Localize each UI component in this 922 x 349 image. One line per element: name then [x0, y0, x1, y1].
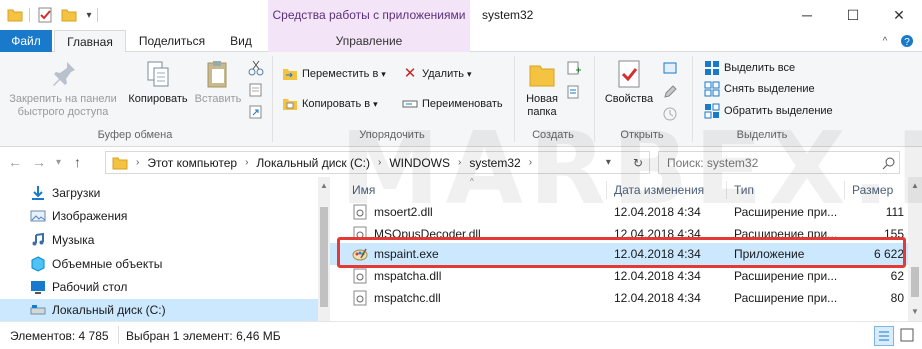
nav-item-pictures[interactable]: Изображения	[30, 205, 127, 227]
divider	[28, 6, 30, 24]
folder-icon	[6, 6, 24, 24]
cut-icon[interactable]	[248, 60, 266, 78]
copy-button[interactable]: Копировать	[124, 58, 192, 106]
delete-button[interactable]: ✕ Удалить ▾	[402, 65, 472, 83]
pictures-icon	[30, 210, 46, 222]
table-row[interactable]: mspatcha.dll 12.04.2018 4:34 Расширение …	[330, 265, 908, 287]
copy-folder-icon	[283, 99, 297, 110]
paste-shortcut-icon[interactable]	[248, 104, 266, 122]
breadcrumb-separator-icon: ›	[245, 157, 249, 168]
selection-info: Выбран 1 элемент: 6,46 МБ	[126, 329, 281, 343]
up-arrow-icon[interactable]: ↑	[74, 154, 81, 170]
details-view-icon[interactable]	[874, 326, 894, 346]
select-all-icon	[705, 61, 719, 75]
status-bar: Элементов: 4 785 Выбран 1 элемент: 6,46 …	[0, 321, 922, 349]
nav-item-desktop[interactable]: Рабочий стол	[30, 276, 127, 298]
folder-icon	[112, 157, 128, 169]
tab-view[interactable]: Вид	[218, 30, 264, 52]
properties-button[interactable]: Свойства	[600, 58, 658, 106]
nav-scrollbar[interactable]: ▲	[318, 177, 330, 321]
move-folder-icon	[283, 69, 297, 80]
open-icon[interactable]	[662, 60, 680, 78]
highlight-box	[337, 237, 906, 268]
item-count: Элементов: 4 785	[10, 329, 109, 343]
watermark: MARBEX.RU	[340, 110, 922, 227]
dll-file-icon	[353, 226, 367, 237]
help-icon[interactable]: ?	[898, 30, 916, 52]
divider	[118, 326, 119, 344]
paste-button[interactable]: Вставить	[192, 58, 244, 106]
navigation-pane: Загрузки Изображения Музыка Объемные объ…	[0, 177, 320, 321]
divider	[96, 6, 98, 24]
paste-label: Вставить	[194, 93, 242, 105]
tab-home[interactable]: Главная	[54, 30, 126, 53]
nav-item-music[interactable]: Музыка	[30, 229, 94, 251]
copy-icon	[147, 61, 169, 87]
maximize-button[interactable]: ☐	[830, 0, 876, 30]
pin-quick-access-button[interactable]: Закрепить на панели быстрого доступа	[4, 58, 122, 119]
edit-icon[interactable]	[662, 84, 680, 102]
breadcrumb-separator-icon: ›	[136, 157, 140, 168]
back-arrow-icon[interactable]: ←	[8, 154, 22, 170]
music-icon	[32, 232, 44, 246]
tab-file[interactable]: Файл	[0, 30, 52, 52]
pin-label: Закрепить на панели быстрого доступа	[9, 93, 117, 118]
dll-file-icon	[353, 268, 367, 284]
new-folder-quick-icon[interactable]	[60, 6, 78, 24]
forward-arrow-icon[interactable]: →	[32, 154, 46, 170]
properties-check-icon	[618, 60, 640, 88]
large-icons-view-icon[interactable]	[898, 326, 918, 346]
nav-item-local-disk[interactable]: Локальный диск (C:)	[0, 299, 318, 321]
minimize-button[interactable]: ─	[784, 0, 830, 30]
delete-x-icon: ✕	[403, 65, 417, 82]
new-folder-icon	[529, 65, 555, 87]
select-none-button[interactable]: Снять выделение	[704, 80, 815, 98]
copy-path-icon[interactable]	[248, 82, 266, 100]
collapse-ribbon-icon[interactable]: ^	[876, 30, 894, 52]
scroll-up-icon[interactable]: ▲	[320, 181, 328, 190]
3d-objects-icon	[31, 256, 45, 272]
customize-quick-access-icon[interactable]: ▾	[82, 6, 96, 24]
app-tools-band: Средства работы с приложениями	[268, 0, 470, 30]
new-item-icon[interactable]	[566, 60, 584, 78]
select-all-button[interactable]: Выделить все	[704, 59, 795, 77]
recent-locations-chevron-icon[interactable]: ▾	[56, 157, 61, 168]
table-row[interactable]: mspatchc.dll 12.04.2018 4:34 Расширение …	[330, 287, 908, 309]
window-title: system32	[482, 8, 534, 22]
nav-item-3d-objects[interactable]: Объемные объекты	[30, 253, 162, 275]
dll-file-icon	[353, 290, 367, 306]
scroll-thumb[interactable]	[320, 207, 328, 307]
scroll-thumb[interactable]	[911, 267, 919, 297]
move-to-button[interactable]: Переместить в ▾	[282, 65, 386, 83]
clipboard-paste-icon	[207, 61, 227, 88]
ribbon-tabs: Файл Главная Поделиться Вид Управление ^…	[0, 30, 922, 53]
clipboard-group-label: Буфер обмена	[97, 129, 173, 141]
svg-text:?: ?	[904, 37, 910, 48]
breadcrumb-this-pc[interactable]: Этот компьютер	[147, 156, 237, 170]
pin-icon	[53, 62, 75, 86]
properties-quick-icon[interactable]	[36, 6, 54, 24]
drive-icon	[30, 305, 46, 315]
download-arrow-icon	[32, 186, 44, 200]
title-bar: ▾ Средства работы с приложениями system3…	[0, 0, 922, 30]
tab-manage[interactable]: Управление	[268, 30, 470, 52]
desktop-icon	[31, 281, 45, 294]
select-none-icon	[704, 81, 720, 97]
tab-share[interactable]: Поделиться	[132, 30, 212, 52]
copy-label: Копировать	[128, 93, 188, 105]
scroll-down-icon[interactable]: ▼	[911, 307, 919, 316]
easy-access-icon[interactable]	[566, 84, 584, 102]
close-button[interactable]: ✕	[876, 0, 922, 30]
nav-item-downloads[interactable]: Загрузки	[30, 182, 100, 204]
